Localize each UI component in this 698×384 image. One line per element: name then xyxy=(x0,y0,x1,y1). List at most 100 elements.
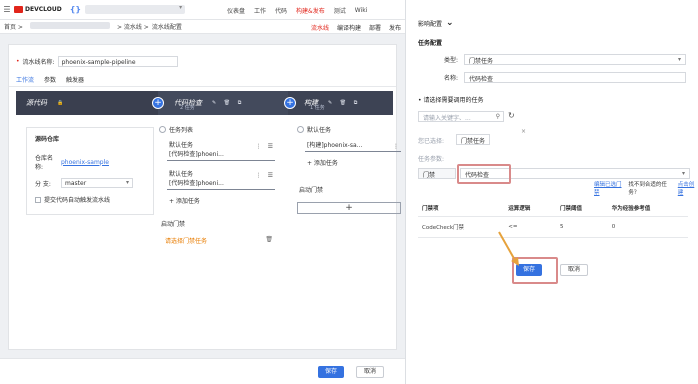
gate-select-text[interactable]: 请选择门禁任务 xyxy=(165,236,207,245)
save-button[interactable]: 保存 xyxy=(318,366,345,378)
top-bar: ☰ DEVCLOUD {} 仪表盘 工作 代码 构建&发布 测试 Wiki xyxy=(0,0,405,21)
stage-edit-icons[interactable]: ✎ 🗑 ⧉ xyxy=(328,100,360,106)
chevron-down-icon[interactable]: ⌄ xyxy=(446,18,454,28)
breadcrumb-home[interactable]: 首页 > xyxy=(4,22,23,31)
add-task-button[interactable]: + 添加任务 xyxy=(307,158,393,167)
nav-dashboard[interactable]: 仪表盘 xyxy=(227,6,245,15)
task-menu-icon[interactable]: ⋮ xyxy=(393,143,401,150)
close-icon[interactable]: × xyxy=(521,128,526,135)
devcloud-logo[interactable]: DEVCLOUD xyxy=(14,6,62,13)
branch-select[interactable]: master xyxy=(61,178,133,188)
refresh-icon[interactable]: ↻ xyxy=(508,111,515,120)
tab-deploy[interactable]: 部署 xyxy=(369,23,381,32)
footer-bar: 保存 取消 xyxy=(0,358,405,384)
pipeline-card: • 流水线名称: phoenix-sample-pipeline 工作流 参数 … xyxy=(8,44,401,350)
add-gate-button[interactable]: + xyxy=(297,202,401,214)
tab-build[interactable]: 编译构建 xyxy=(337,23,361,32)
edit-gate-link[interactable]: 编辑已选门禁 xyxy=(594,180,624,196)
name-input[interactable]: 代码检查 xyxy=(464,72,686,83)
task-item[interactable]: [构建]phoenix-sa... ⋮ xyxy=(305,138,401,152)
repo-row: 仓库名称: phoenix-sample xyxy=(35,153,145,171)
stage-subtitle: 2 任务 xyxy=(180,105,195,111)
nav-build-release[interactable]: 构建&发布 xyxy=(296,6,325,21)
stage-build[interactable]: 构建 1 任务 ✎ 🗑 ⧉ xyxy=(288,91,393,115)
add-task-button[interactable]: + 添加任务 xyxy=(169,196,287,205)
arrow-icon xyxy=(498,231,519,266)
task-config-heading: 任务配置 xyxy=(418,40,443,47)
nav-test[interactable]: 测试 xyxy=(334,6,346,15)
task-item[interactable]: 默认任务 [代码检查]phoeni... ⋮ ☰ xyxy=(167,167,275,190)
repo-label: 仓库名称: xyxy=(35,155,54,171)
project-selector[interactable] xyxy=(85,4,186,14)
pipeline-name-label: 流水线名称: xyxy=(22,59,55,66)
task-detail: [代码检查]phoeni... xyxy=(169,180,224,187)
tab-pipeline[interactable]: 流水线 xyxy=(311,23,329,32)
task-list-header: 任务列表 xyxy=(159,125,287,134)
task-list-title: 默认任务 xyxy=(307,127,332,134)
col-operator: 运算逻辑 xyxy=(504,200,556,217)
task-menu-icon[interactable]: ⋮ ☰ xyxy=(256,172,275,179)
search-icon[interactable]: ⚲ xyxy=(496,113,500,120)
stage-bar: 源代码 🔒 代码检查 2 任务 ✎ 🗑 ⧉ 构建 1 任务 ✎ 🗑 ⧉ + + xyxy=(16,91,393,115)
highlight-box xyxy=(457,164,511,184)
params-label: 任务参数: xyxy=(418,156,445,163)
repo-section-title: 源码仓库 xyxy=(35,136,60,143)
branch-label: 分 支: xyxy=(35,180,51,188)
create-link[interactable]: 点击创建 xyxy=(678,180,698,196)
tabs-divider xyxy=(9,86,396,87)
table-header-row: 门禁项 运算逻辑 门禁阈值 华为经验参考值 xyxy=(418,200,688,217)
task-config-drawer: 影响配置 ⌄ 任务配置 类型: 门禁任务 名称: 代码检查 • 请选择需要调用的… xyxy=(405,0,698,384)
top-nav: 仪表盘 工作 代码 构建&发布 测试 Wiki xyxy=(227,0,368,21)
breadcrumb-project[interactable] xyxy=(29,22,110,29)
selected-task-tag[interactable]: 门禁任务 xyxy=(456,134,491,145)
nav-wiki[interactable]: Wiki xyxy=(355,7,368,14)
cell-threshold: 5 xyxy=(556,216,608,238)
source-repo-panel: 源码仓库 仓库名称: phoenix-sample 分 支: master 提交… xyxy=(26,127,154,215)
pipeline-name-input[interactable]: phoenix-sample-pipeline xyxy=(57,56,178,67)
codecheck-column: 任务列表 默认任务 [代码检查]phoeni... ⋮ ☰ 默认任务 [代码检查… xyxy=(159,125,287,245)
circle-icon xyxy=(297,126,304,133)
gate-select-row[interactable]: 请选择门禁任务 🗑 xyxy=(165,236,273,245)
auto-trigger-checkbox[interactable]: 提交代码自动触发流水线 xyxy=(35,195,145,204)
nav-work[interactable]: 工作 xyxy=(254,6,266,15)
gate-title: 启动门禁 xyxy=(299,187,324,194)
gate-links: 编辑已选门禁 找不到合适的任务？ 点击创建 xyxy=(594,180,698,196)
stage-source[interactable]: 源代码 🔒 xyxy=(16,91,158,115)
tab-release[interactable]: 发布 xyxy=(389,23,401,32)
hamburger-menu-icon[interactable]: ☰ xyxy=(0,5,14,14)
breadcrumb-pipeline[interactable]: > 流水线 > xyxy=(117,22,149,31)
task-list-title: 任务列表 xyxy=(169,127,194,134)
task-detail: [构建]phoenix-sa... xyxy=(307,142,363,149)
drawer-title-row: 影响配置 ⌄ xyxy=(418,18,454,28)
col-threshold: 门禁阈值 xyxy=(556,200,608,217)
type-select[interactable]: 门禁任务 xyxy=(464,54,686,65)
branch-row: 分 支: master xyxy=(35,178,145,188)
lock-icon: 🔒 xyxy=(57,100,67,106)
stage-codecheck[interactable]: 代码检查 2 任务 ✎ 🗑 ⧉ xyxy=(158,91,288,115)
task-search-input[interactable]: 请输入关键字、... ⚲ xyxy=(418,111,504,122)
task-list-header: 默认任务 xyxy=(297,125,393,134)
cancel-button[interactable]: 取消 xyxy=(356,366,385,378)
checkbox-box[interactable] xyxy=(35,196,41,203)
nav-code[interactable]: 代码 xyxy=(275,6,287,15)
select-task-heading: • 请选择需要调用的任务 xyxy=(418,95,483,104)
drawer-title: 影响配置 xyxy=(418,20,443,28)
gate-title: 启动门禁 xyxy=(161,221,186,228)
auto-trigger-label: 提交代码自动触发流水线 xyxy=(44,197,111,204)
task-menu-icon[interactable]: ⋮ ☰ xyxy=(256,143,275,150)
stage-edit-icons[interactable]: ✎ 🗑 ⧉ xyxy=(212,100,244,106)
huawei-logo-icon xyxy=(14,6,23,13)
drawer-cancel-button[interactable]: 取消 xyxy=(560,264,589,276)
repo-link[interactable]: phoenix-sample xyxy=(61,159,109,166)
table-row: CodeCheck门禁 <= 5 0 xyxy=(418,216,688,238)
stage-title: 源代码 xyxy=(26,99,47,107)
search-placeholder: 请输入关键字、... xyxy=(423,115,471,122)
circle-icon xyxy=(159,126,166,133)
add-stage-button[interactable]: + xyxy=(152,97,164,109)
cell-reference: 0 xyxy=(607,216,688,238)
required-mark: • xyxy=(16,58,20,65)
trash-icon[interactable]: 🗑 xyxy=(265,236,273,245)
add-stage-button[interactable]: + xyxy=(284,97,296,109)
type-field: 类型: 门禁任务 xyxy=(418,54,686,65)
task-item[interactable]: 默认任务 [代码检查]phoeni... ⋮ ☰ xyxy=(167,138,275,161)
